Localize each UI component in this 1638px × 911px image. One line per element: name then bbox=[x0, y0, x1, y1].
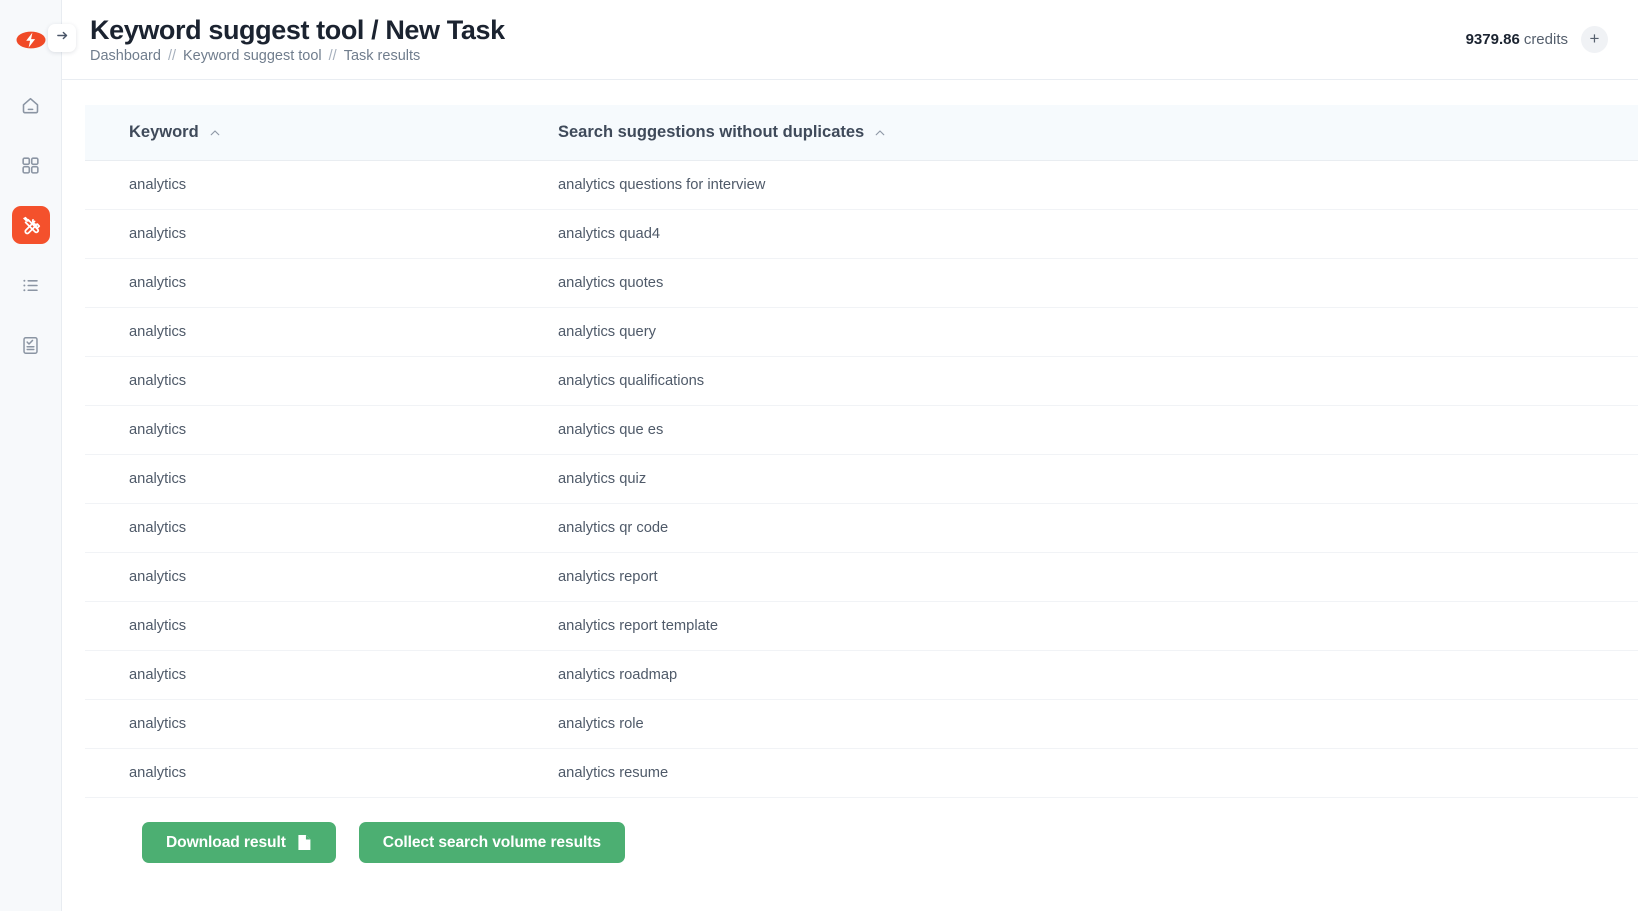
cell-keyword: analytics bbox=[129, 471, 187, 487]
sidebar-collapse-toggle[interactable] bbox=[48, 24, 76, 52]
cell-keyword: analytics bbox=[129, 324, 187, 340]
home-icon bbox=[20, 95, 41, 116]
list-icon bbox=[20, 275, 41, 296]
bolt-eye-logo-icon bbox=[16, 25, 46, 55]
download-result-button[interactable]: Download result bbox=[142, 822, 336, 863]
report-check-icon bbox=[20, 335, 41, 356]
sidebar-item-home[interactable] bbox=[12, 86, 50, 124]
cell-suggestion: analytics questions for interview bbox=[558, 177, 766, 193]
results-table: Keyword Search suggestions without dupli… bbox=[85, 105, 1638, 798]
chevron-up-icon bbox=[873, 126, 887, 140]
sidebar-item-tools[interactable] bbox=[11, 206, 50, 244]
breadcrumb-separator: // bbox=[167, 48, 176, 65]
document-icon bbox=[297, 834, 312, 851]
chevron-up-icon bbox=[208, 126, 222, 140]
credits-display: 9379.86 credits + bbox=[1466, 26, 1608, 53]
sidebar-item-apps[interactable] bbox=[12, 146, 50, 184]
arrow-right-icon bbox=[55, 28, 70, 48]
add-credits-button[interactable]: + bbox=[1581, 26, 1608, 53]
breadcrumb-separator: // bbox=[328, 48, 337, 65]
column-header-keyword[interactable]: Keyword bbox=[85, 123, 558, 142]
table-row[interactable]: analytics analytics resume bbox=[85, 749, 1638, 798]
cell-keyword: analytics bbox=[129, 765, 187, 781]
page-title: Keyword suggest tool / New Task bbox=[90, 15, 505, 46]
column-header-keyword-label: Keyword bbox=[129, 123, 199, 141]
cell-keyword: analytics bbox=[129, 667, 187, 683]
plus-icon: + bbox=[1589, 29, 1600, 48]
table-row[interactable]: analytics analytics qr code bbox=[85, 504, 1638, 553]
cell-keyword: analytics bbox=[129, 520, 187, 536]
table-row[interactable]: analytics analytics quotes bbox=[85, 259, 1638, 308]
cell-keyword: analytics bbox=[129, 569, 187, 585]
table-row[interactable]: analytics analytics report template bbox=[85, 602, 1638, 651]
cell-suggestion: analytics que es bbox=[558, 422, 664, 438]
main-content: Keyword Search suggestions without dupli… bbox=[62, 80, 1638, 911]
cell-keyword: analytics bbox=[129, 177, 187, 193]
cell-suggestion: analytics report template bbox=[558, 618, 719, 634]
cell-suggestion: analytics query bbox=[558, 324, 656, 340]
top-header: Keyword suggest tool / New Task Dashboar… bbox=[62, 0, 1638, 80]
table-row[interactable]: analytics analytics report bbox=[85, 553, 1638, 602]
table-row[interactable]: analytics analytics que es bbox=[85, 406, 1638, 455]
cell-keyword: analytics bbox=[129, 716, 187, 732]
header-title-block: Keyword suggest tool / New Task Dashboar… bbox=[90, 13, 505, 66]
sidebar-item-reports[interactable] bbox=[12, 326, 50, 364]
credits-label: credits bbox=[1523, 31, 1568, 48]
cell-suggestion: analytics qualifications bbox=[558, 373, 705, 389]
sidebar bbox=[0, 0, 62, 911]
breadcrumb-item-dashboard[interactable]: Dashboard bbox=[90, 48, 161, 65]
cell-suggestion: analytics report bbox=[558, 569, 658, 585]
sidebar-item-lists[interactable] bbox=[12, 266, 50, 304]
table-header-row: Keyword Search suggestions without dupli… bbox=[85, 105, 1638, 161]
cell-keyword: analytics bbox=[129, 422, 187, 438]
cell-suggestion: analytics roadmap bbox=[558, 667, 678, 683]
breadcrumb-item-task-results: Task results bbox=[343, 48, 421, 65]
table-row[interactable]: analytics analytics quad4 bbox=[85, 210, 1638, 259]
cell-keyword: analytics bbox=[129, 373, 187, 389]
table-row[interactable]: analytics analytics roadmap bbox=[85, 651, 1638, 700]
download-result-label: Download result bbox=[166, 833, 286, 851]
sidebar-nav-list bbox=[11, 86, 50, 364]
column-header-suggestions[interactable]: Search suggestions without duplicates bbox=[558, 123, 1638, 142]
cell-suggestion: analytics resume bbox=[558, 765, 669, 781]
breadcrumb-item-keyword-suggest-tool[interactable]: Keyword suggest tool bbox=[183, 48, 322, 65]
table-viewport: Keyword Search suggestions without dupli… bbox=[62, 80, 1638, 802]
table-row[interactable]: analytics analytics quiz bbox=[85, 455, 1638, 504]
table-row[interactable]: analytics analytics role bbox=[85, 700, 1638, 749]
table-row[interactable]: analytics analytics query bbox=[85, 308, 1638, 357]
grid-apps-icon bbox=[20, 155, 41, 176]
collect-search-volume-button[interactable]: Collect search volume results bbox=[358, 822, 625, 863]
cell-keyword: analytics bbox=[129, 226, 187, 242]
table-row[interactable]: analytics analytics questions for intervi… bbox=[85, 161, 1638, 210]
credits-text: 9379.86 credits bbox=[1466, 31, 1568, 48]
breadcrumb: Dashboard // Keyword suggest tool // Tas… bbox=[90, 48, 505, 65]
cell-keyword: analytics bbox=[129, 275, 187, 291]
credits-amount: 9379.86 bbox=[1465, 31, 1520, 48]
cell-suggestion: analytics quotes bbox=[558, 275, 664, 291]
cell-suggestion: analytics role bbox=[558, 716, 644, 732]
cell-suggestion: analytics quad4 bbox=[558, 226, 661, 242]
table-body: analytics analytics questions for intervi… bbox=[85, 161, 1638, 798]
table-row[interactable]: analytics analytics qualifications bbox=[85, 357, 1638, 406]
cell-suggestion: analytics qr code bbox=[558, 520, 669, 536]
collect-search-volume-label: Collect search volume results bbox=[382, 833, 601, 851]
app-root: Keyword suggest tool / New Task Dashboar… bbox=[0, 0, 1638, 911]
footer-actions: Download result Collect search volume re… bbox=[142, 822, 625, 863]
tools-icon bbox=[20, 214, 42, 236]
cell-keyword: analytics bbox=[129, 618, 187, 634]
cell-suggestion: analytics quiz bbox=[558, 471, 647, 487]
column-header-suggestions-label: Search suggestions without duplicates bbox=[558, 123, 865, 141]
